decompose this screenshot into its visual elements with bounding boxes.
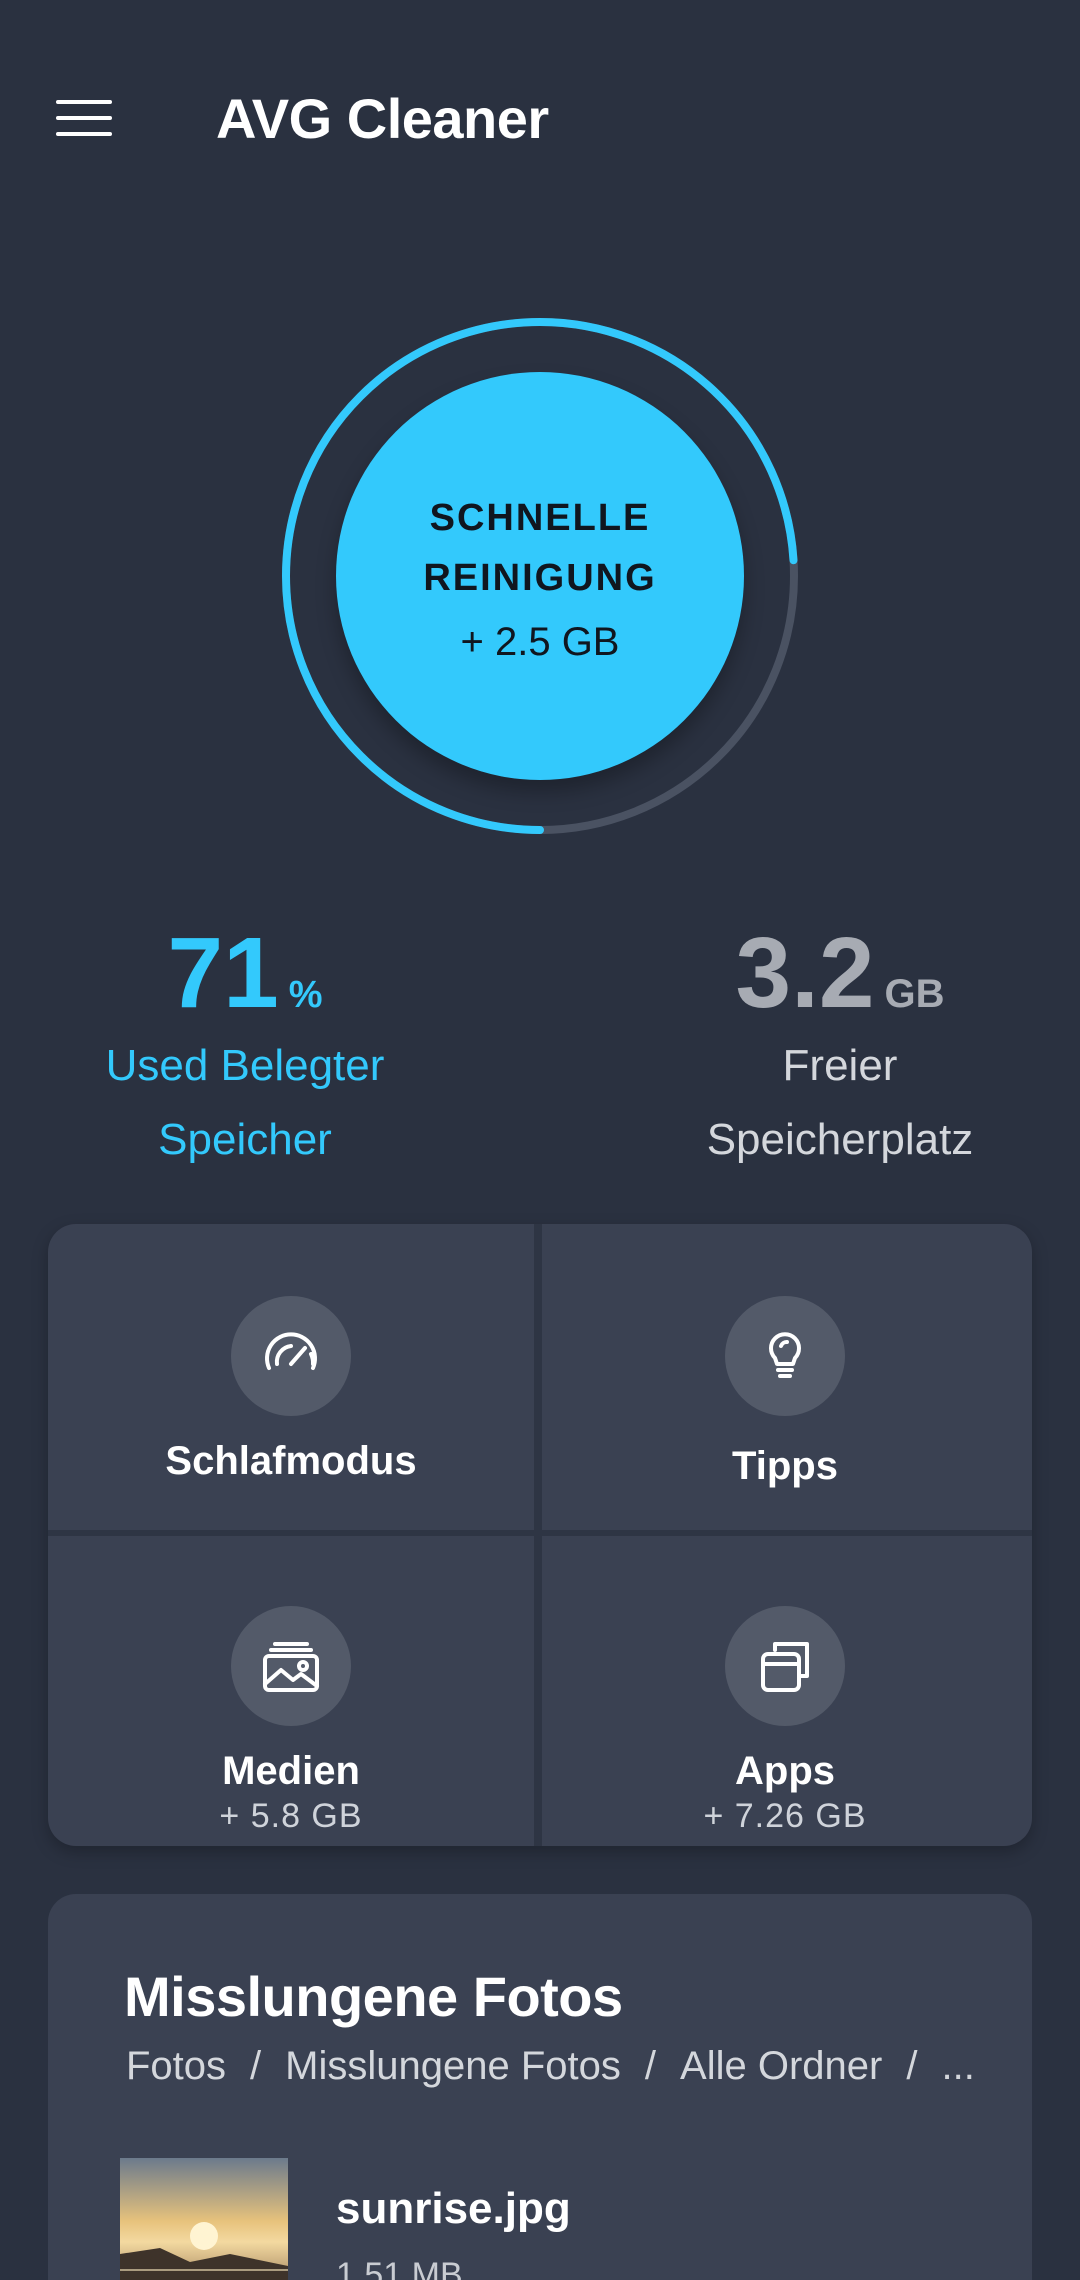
breadcrumb-item[interactable]: Alle Ordner: [680, 2044, 882, 2088]
feature-grid: Schlafmodus Tipps Medien + 5.8 GB Apps +…: [48, 1224, 1032, 1846]
tips-label: Tipps: [732, 1444, 838, 1488]
breadcrumb-item[interactable]: ...: [941, 2044, 974, 2088]
storage-ring: SCHNELLE REINIGUNG + 2.5 GB: [280, 316, 800, 836]
quick-clean-button[interactable]: SCHNELLE REINIGUNG + 2.5 GB: [336, 372, 744, 780]
free-storage-label-line1: Freier: [782, 1041, 898, 1090]
used-storage-stat: 71% Used Belegter Speicher: [60, 918, 430, 1176]
menu-button[interactable]: [56, 100, 112, 140]
breadcrumb-item[interactable]: Fotos: [126, 2044, 226, 2088]
gallery-icon: [231, 1606, 351, 1726]
sleep-mode-tile[interactable]: Schlafmodus: [48, 1224, 534, 1530]
media-label: Medien: [222, 1749, 360, 1793]
sunrise-thumbnail-image: [120, 2158, 288, 2280]
bad-photos-title: Misslungene Fotos: [124, 1965, 623, 2028]
quick-clean-size: + 2.5 GB: [460, 619, 620, 664]
photo-thumbnail[interactable]: [120, 2158, 288, 2280]
media-size: + 5.8 GB: [219, 1797, 363, 1835]
quick-clean-line2: REINIGUNG: [423, 556, 657, 599]
free-storage-label-line2: Speicherplatz: [706, 1115, 974, 1164]
apps-stack-icon: [725, 1606, 845, 1726]
app-title: AVG Cleaner: [216, 87, 549, 150]
bad-photos-card[interactable]: Misslungene Fotos Fotos / Misslungene Foto…: [48, 1894, 1032, 2280]
breadcrumb-separator: /: [906, 2044, 918, 2088]
tips-tile[interactable]: Tipps: [542, 1224, 1028, 1530]
hamburger-menu-icon: [56, 100, 112, 104]
free-storage-unit: GB: [884, 972, 945, 1016]
apps-tile[interactable]: Apps + 7.26 GB: [542, 1536, 1028, 1846]
used-storage-label-line1: Used Belegter: [105, 1041, 385, 1090]
quick-clean-line1: SCHNELLE: [429, 496, 651, 539]
breadcrumb: Fotos / Misslungene Fotos / Alle Ordner /...: [126, 2044, 975, 2089]
used-percent-unit: %: [288, 974, 323, 1016]
apps-size: + 7.26 GB: [703, 1797, 867, 1835]
breadcrumb-separator: /: [250, 2044, 262, 2088]
speedometer-icon: [231, 1296, 351, 1416]
apps-label: Apps: [735, 1749, 835, 1793]
free-storage-value: 3.2: [735, 917, 875, 1029]
breadcrumb-item[interactable]: Misslungene Fotos: [285, 2044, 621, 2088]
app-screen: AVG Cleaner SCHNELLE REINIGUNG + 2.5 GB …: [0, 0, 1080, 2280]
file-name: sunrise.jpg: [336, 2184, 571, 2233]
free-storage-stat: 3.2 GB Freier Speicherplatz: [640, 918, 1040, 1176]
file-size: 1.51 MB: [336, 2256, 463, 2280]
used-percent-value: 71: [167, 917, 279, 1029]
used-storage-label-line2: Speicher: [158, 1115, 332, 1164]
breadcrumb-separator: /: [644, 2044, 657, 2088]
media-tile[interactable]: Medien + 5.8 GB: [48, 1536, 534, 1846]
sleep-mode-label: Schlafmodus: [165, 1439, 417, 1483]
lightbulb-icon: [725, 1296, 845, 1416]
